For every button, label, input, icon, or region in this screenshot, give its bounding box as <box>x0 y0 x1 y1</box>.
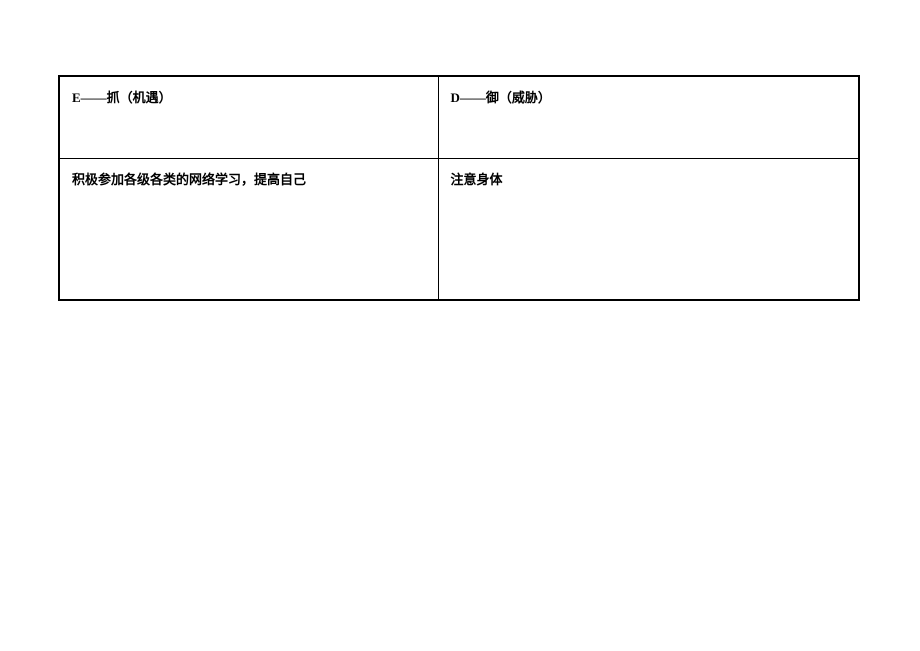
header-label-threat: D——御（威胁） <box>451 90 551 105</box>
content-cell-threat: 注意身体 <box>438 158 859 300</box>
content-text-opportunity: 积极参加各级各类的网络学习，提高自己 <box>72 172 306 187</box>
table-content-row: 积极参加各级各类的网络学习，提高自己 注意身体 <box>59 158 859 300</box>
header-label-opportunity: E——抓（机遇） <box>72 90 172 105</box>
header-cell-opportunity: E——抓（机遇） <box>59 76 438 158</box>
table-header-row: E——抓（机遇） D——御（威胁） <box>59 76 859 158</box>
header-cell-threat: D——御（威胁） <box>438 76 859 158</box>
content-text-threat: 注意身体 <box>451 172 503 187</box>
content-cell-opportunity: 积极参加各级各类的网络学习，提高自己 <box>59 158 438 300</box>
swot-table: E——抓（机遇） D——御（威胁） 积极参加各级各类的网络学习，提高自己 注意身… <box>58 75 860 301</box>
